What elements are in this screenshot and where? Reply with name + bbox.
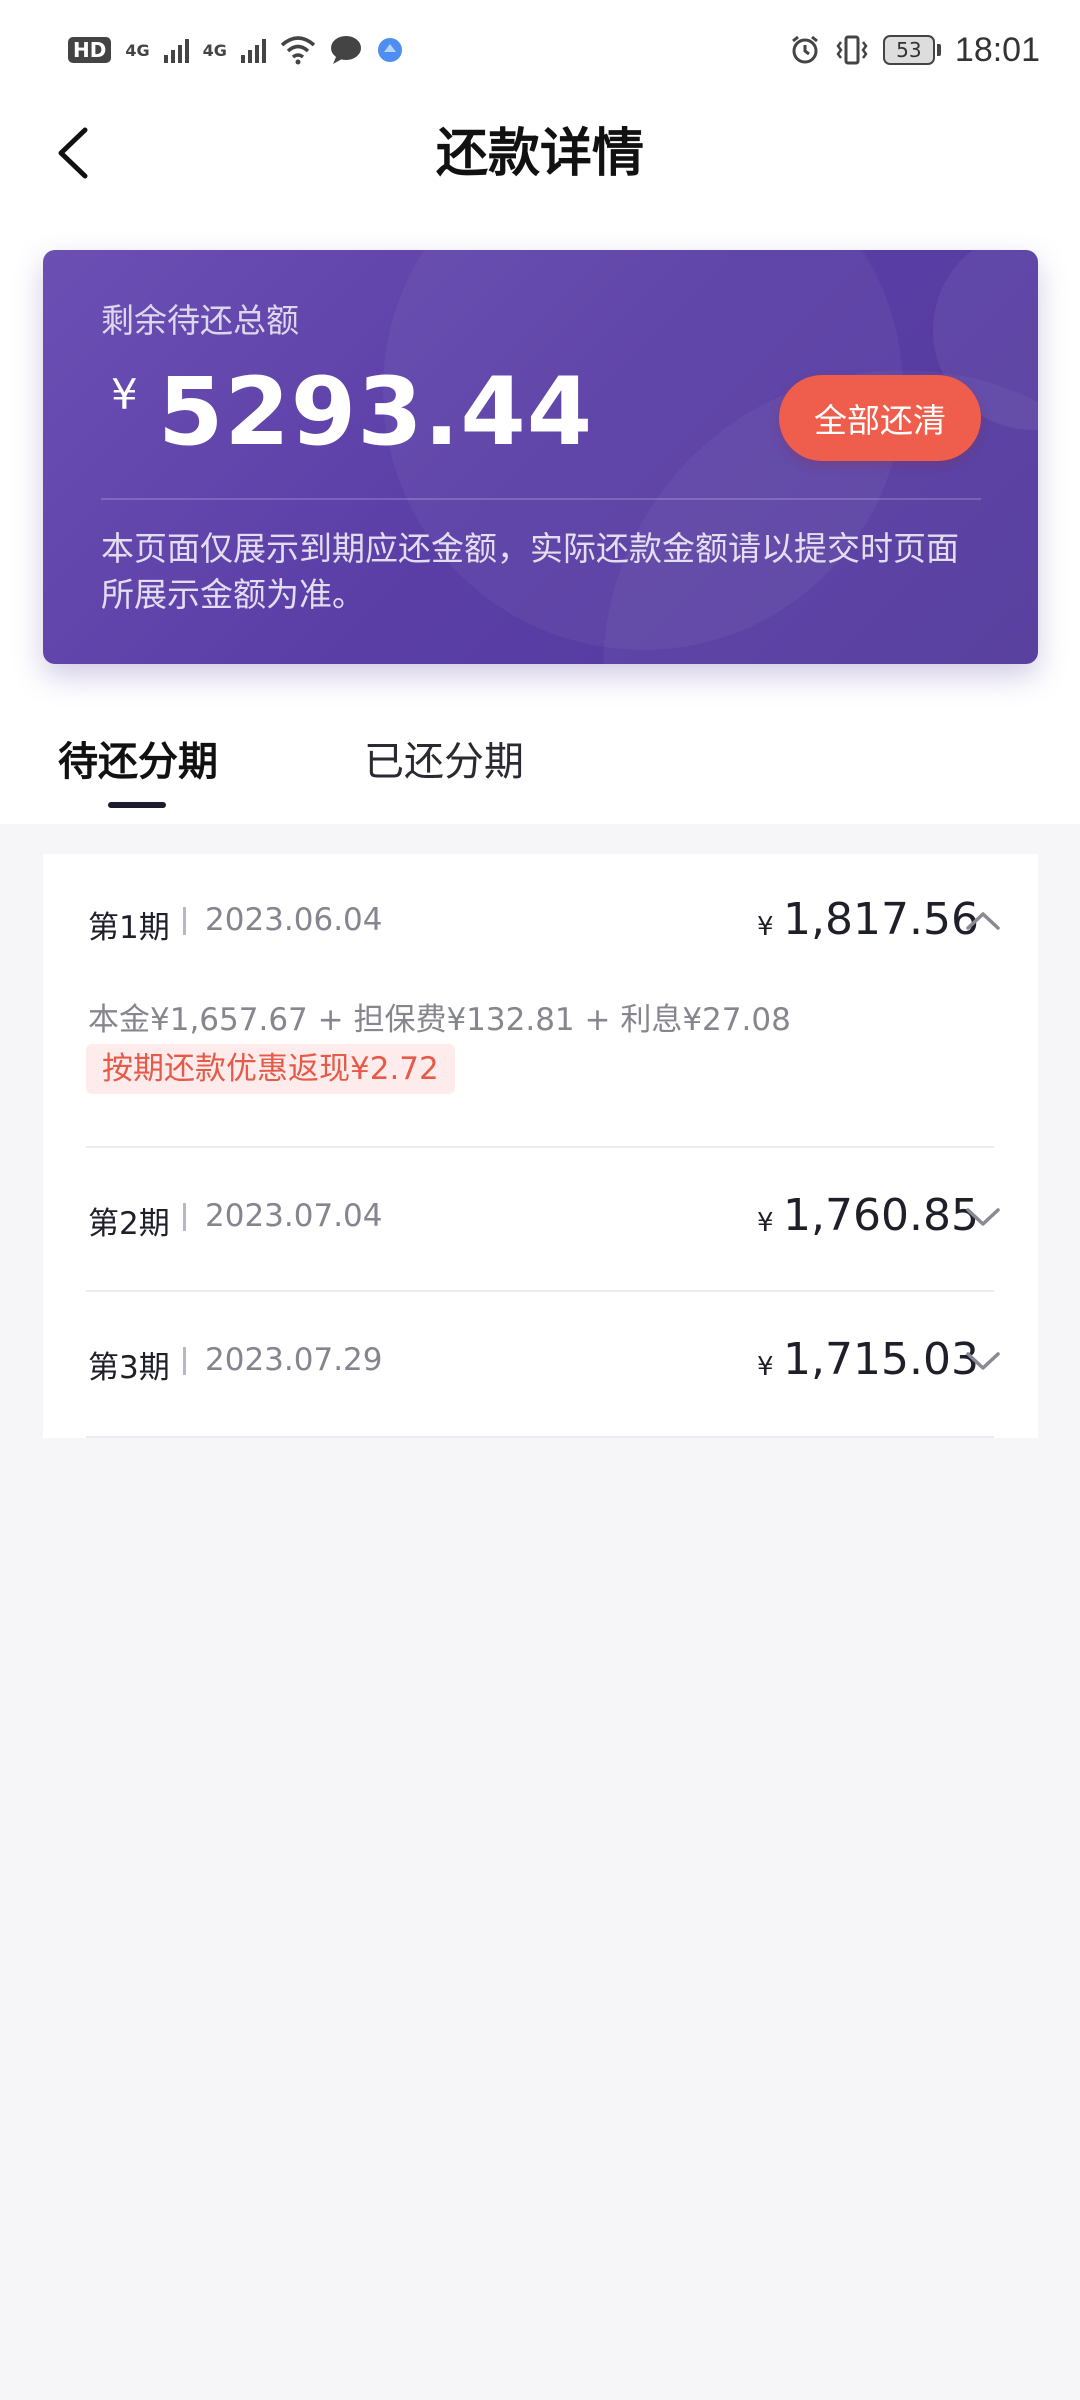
signal-icon — [163, 37, 189, 63]
app-header: 还款详情 — [0, 100, 1080, 230]
chevron-down-icon[interactable] — [963, 1202, 1003, 1232]
hd-voice-badge: HD — [68, 37, 112, 63]
row-separator — [183, 1203, 186, 1231]
installment-amount: 1,817.56 — [783, 894, 979, 945]
chevron-up-icon[interactable] — [963, 904, 1003, 934]
installment-tabs: 待还分期 已还分期 — [0, 724, 1080, 824]
clock-time: 18:01 — [954, 30, 1040, 69]
vibrate-icon — [836, 35, 868, 65]
on-time-cashback-tag: 按期还款优惠返现¥2.72 — [86, 1044, 455, 1094]
pay-off-all-button[interactable]: 全部还清 — [779, 375, 981, 461]
installment-row[interactable]: 第3期 2023.07.29 ¥ 1,715.03 — [43, 1292, 1038, 1438]
network-type-1: 4G — [125, 40, 150, 60]
installment-amount: 1,760.85 — [783, 1190, 979, 1241]
status-bar-right: 53 18:01 — [789, 31, 1040, 70]
tab-pending-installments[interactable]: 待还分期 — [58, 734, 218, 790]
currency-symbol: ¥ — [111, 370, 138, 419]
app-notification-icon — [377, 38, 402, 62]
installment-breakdown: 本金¥1,657.67 + 担保费¥132.81 + 利息¥27.08 — [88, 1002, 791, 1038]
status-bar-left: HD 4G 4G — [68, 35, 404, 65]
installment-period: 第3期 — [88, 1350, 170, 1386]
installment-period: 第1期 — [88, 910, 170, 946]
summary-card: 剩余待还总额 ¥ 5293.44 全部还清 本页面仅展示到期应还金额，实际还款金… — [43, 250, 1038, 664]
network-type-2: 4G — [202, 40, 227, 60]
amount-disclaimer: 本页面仅展示到期应还金额，实际还款金额请以提交时页面所展示金额为准。 — [101, 529, 959, 614]
installment-period: 第2期 — [88, 1206, 170, 1242]
page-title: 还款详情 — [435, 124, 644, 184]
currency-symbol: ¥ — [757, 1352, 774, 1382]
chevron-down-icon[interactable] — [963, 1346, 1003, 1376]
installment-due-date: 2023.06.04 — [205, 902, 383, 938]
wifi-icon — [280, 36, 316, 65]
tab-paid-installments[interactable]: 已还分期 — [364, 734, 524, 790]
active-tab-indicator — [108, 802, 166, 808]
message-bubble-icon — [330, 36, 361, 64]
currency-symbol: ¥ — [757, 1208, 774, 1238]
alarm-icon — [791, 35, 818, 64]
installment-row[interactable]: 第2期 2023.07.04 ¥ 1,760.85 — [43, 1148, 1038, 1292]
battery-level: 53 — [882, 35, 935, 65]
row-separator — [183, 907, 186, 935]
status-bar: HD 4G 4G 53 18:01 — [0, 0, 1080, 100]
battery-icon: 53 — [882, 35, 941, 65]
installment-row[interactable]: 第1期 2023.06.04 ¥ 1,817.56 本金¥1,657.67 + … — [43, 854, 1038, 1148]
signal-icon-2 — [240, 37, 266, 63]
remaining-total-amount: 5293.44 — [158, 358, 594, 467]
row-divider — [86, 1436, 994, 1438]
installment-list: 第1期 2023.06.04 ¥ 1,817.56 本金¥1,657.67 + … — [43, 854, 1038, 1438]
row-separator — [183, 1347, 186, 1375]
remaining-total-label: 剩余待还总额 — [101, 301, 299, 340]
card-divider — [101, 498, 981, 500]
installment-due-date: 2023.07.04 — [205, 1198, 383, 1234]
currency-symbol: ¥ — [757, 912, 774, 942]
installment-due-date: 2023.07.29 — [205, 1342, 383, 1378]
installment-amount: 1,715.03 — [783, 1334, 979, 1385]
